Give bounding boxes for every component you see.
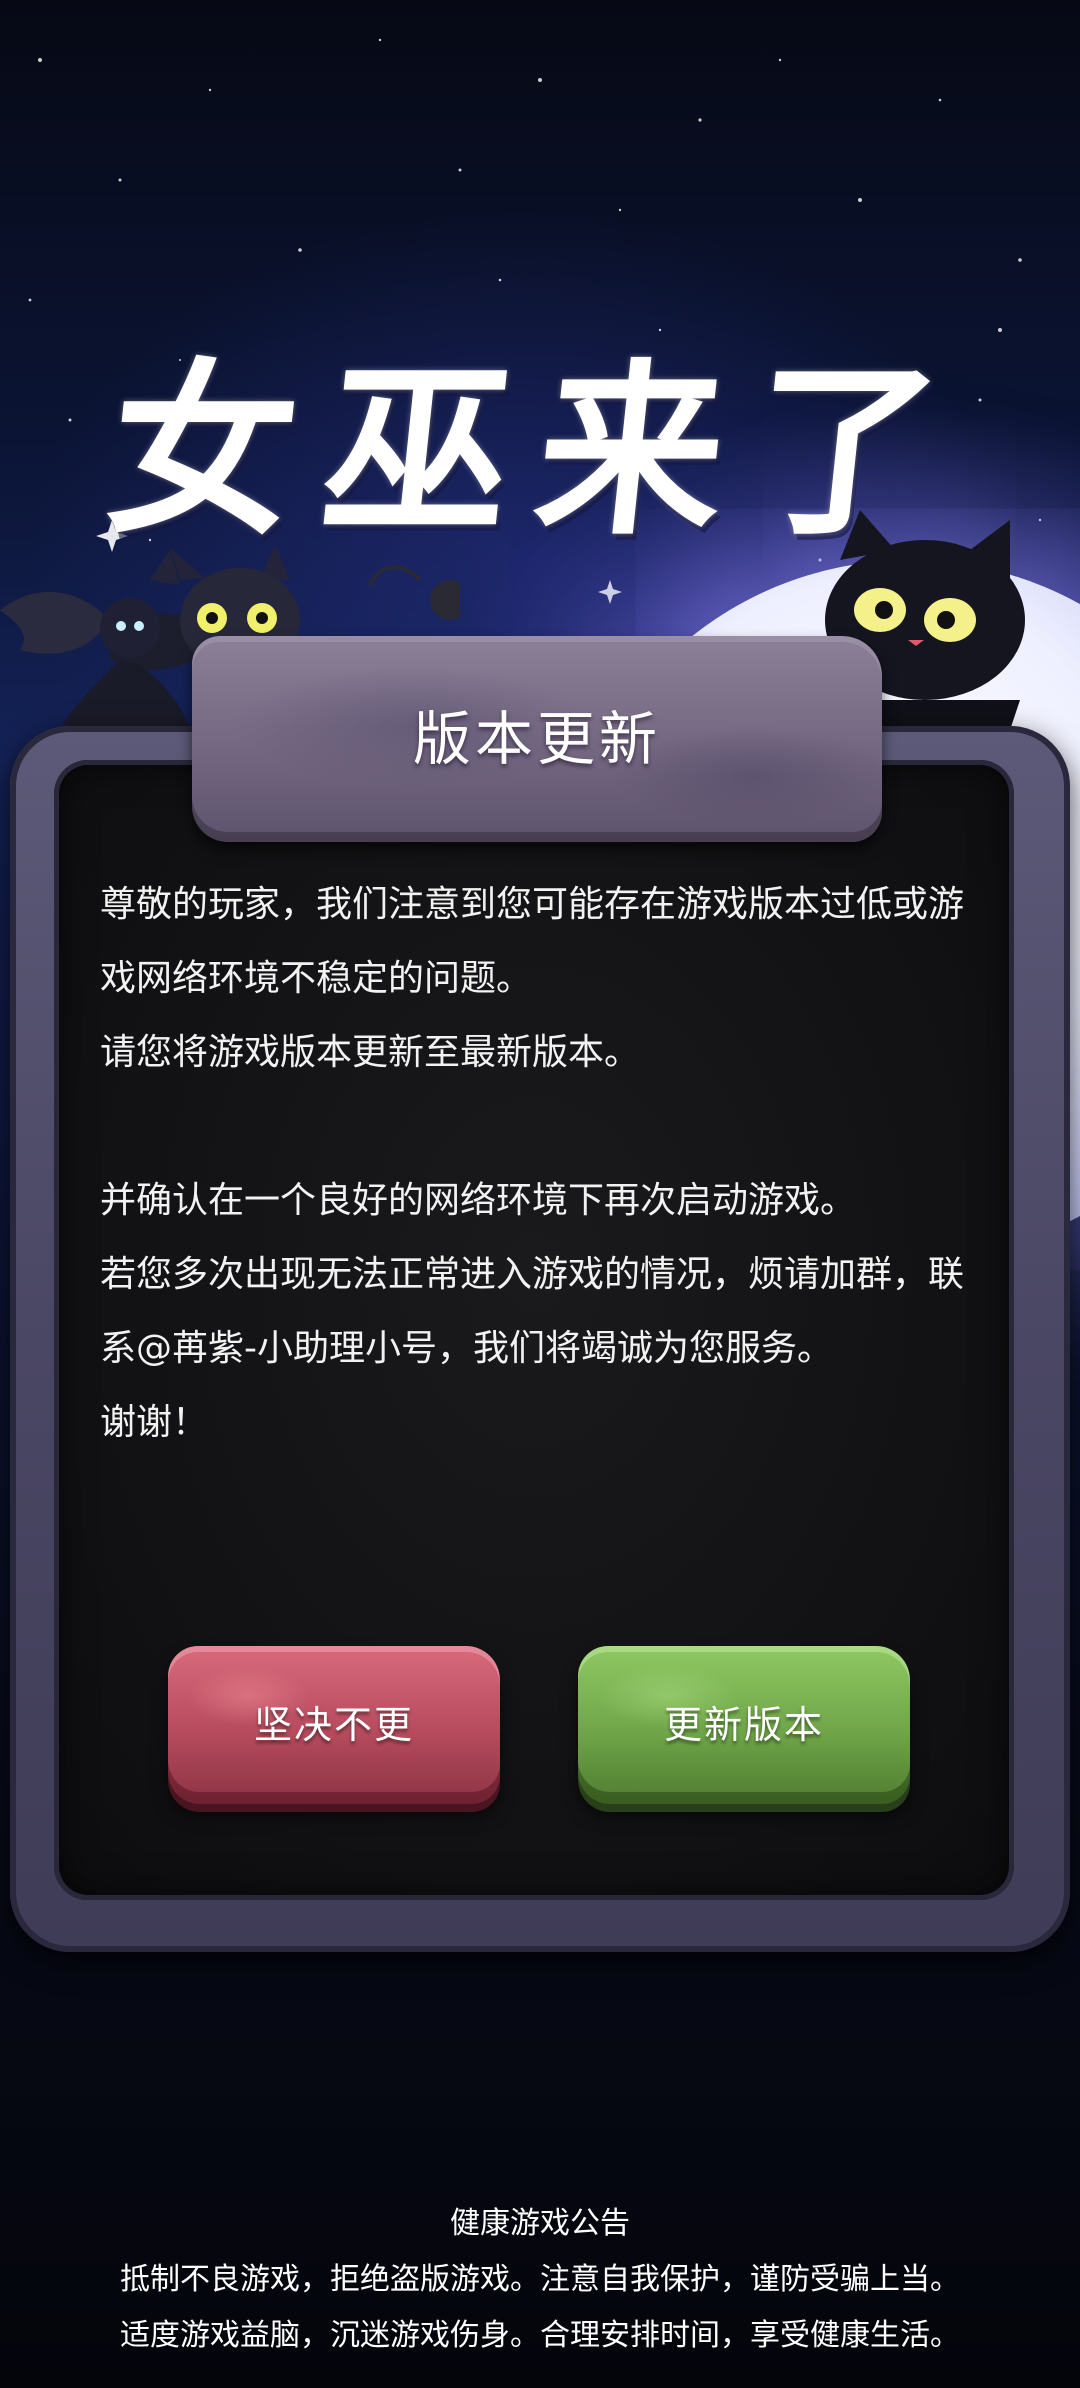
decline-update-button[interactable]: 坚决不更 — [168, 1646, 500, 1804]
update-version-button[interactable]: 更新版本 — [578, 1646, 910, 1804]
app-screen: 女巫来了 版本更新 尊敬的玩家，我们注意到您可能存在游戏版本过低或游戏网络环境不… — [0, 0, 1080, 2388]
message-line: 谢谢！ — [100, 1402, 209, 1443]
notice-line: 抵制不良游戏，拒绝盗版游戏。注意自我保护，谨防受骗上当。 — [120, 2262, 960, 2297]
message-line: 尊敬的玩家，我们注意到您可能存在游戏版本过低或游戏网络环境不稳定的问题。 — [100, 884, 965, 999]
notice-line: 适度游戏益脑，沉迷游戏伤身。合理安排时间，享受健康生活。 — [120, 2318, 960, 2353]
notice-title: 健康游戏公告 — [450, 2206, 630, 2241]
dialog-title: 版本更新 — [412, 705, 661, 773]
message-line: 并确认在一个良好的网络环境下再次启动游戏。 — [100, 1180, 857, 1221]
message-line: 请您将游戏版本更新至最新版本。 — [100, 1032, 641, 1073]
message-line: 若您多次出现无法正常进入游戏的情况，烦请加群，联系@苒紫-小助理小号，我们将竭诚… — [100, 1254, 965, 1369]
dialog-message: 尊敬的玩家，我们注意到您可能存在游戏版本过低或游戏网络环境不稳定的问题。 请您将… — [100, 868, 990, 1460]
health-game-notice: 健康游戏公告 抵制不良游戏，拒绝盗版游戏。注意自我保护，谨防受骗上当。 适度游戏… — [0, 2196, 1080, 2364]
